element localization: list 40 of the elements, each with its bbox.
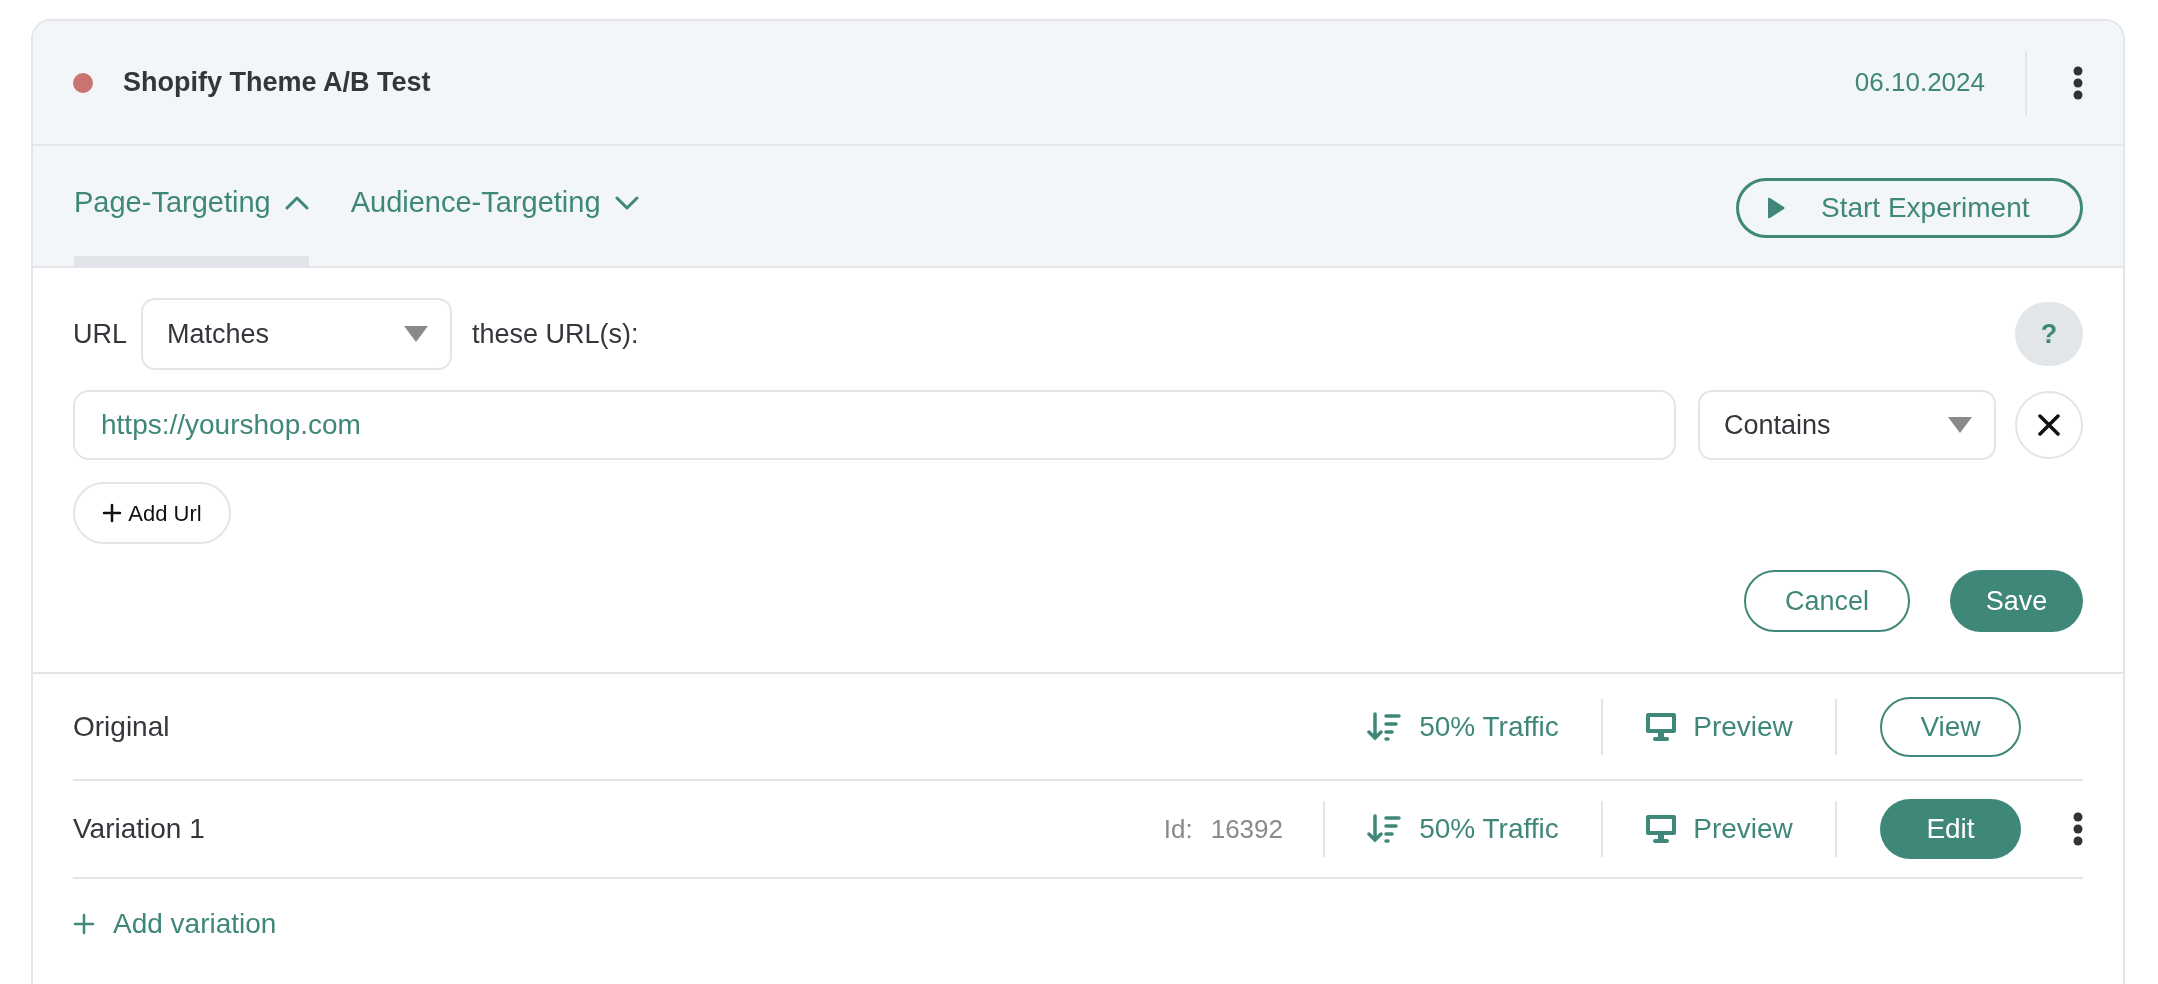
variation-menu-icon[interactable] xyxy=(2073,812,2083,846)
edit-button[interactable]: Edit xyxy=(1880,799,2021,859)
url-label: URL xyxy=(73,317,128,351)
traffic-share: 50% Traffic xyxy=(1419,709,1559,744)
dropdown-caret-icon xyxy=(1948,417,1972,433)
operator-select[interactable]: Contains xyxy=(1698,390,1996,460)
add-url-button[interactable]: Add Url xyxy=(73,482,231,544)
traffic-share: 50% Traffic xyxy=(1419,812,1559,846)
variation-id-label: Id: xyxy=(1163,812,1193,846)
variation-id: 16392 xyxy=(1210,812,1283,846)
add-variation-button[interactable]: Add variation xyxy=(73,903,277,945)
url-input[interactable]: https://yourshop.com xyxy=(73,390,1676,460)
experiment-date: 06.10.2024 xyxy=(1854,66,1985,99)
variation-name: Variation 1 xyxy=(73,812,205,846)
preview-link[interactable]: Preview xyxy=(1603,808,1835,850)
match-select[interactable]: Matches xyxy=(141,298,452,370)
variation-name: Original xyxy=(73,709,170,744)
help-button[interactable]: ? xyxy=(2015,302,2083,366)
more-menu-icon[interactable] xyxy=(2073,65,2083,100)
experiment-title: Shopify Theme A/B Test xyxy=(123,66,431,100)
targeting-tab[interactable]: Page-Targeting xyxy=(74,146,309,266)
chevron-up-icon xyxy=(284,196,309,210)
play-icon xyxy=(1767,197,1785,219)
preview-link[interactable]: Preview xyxy=(1603,705,1835,748)
urls-label: these URL(s): xyxy=(472,317,639,351)
save-button[interactable]: Save xyxy=(1950,570,2083,632)
dropdown-caret-icon xyxy=(404,326,428,342)
plus-icon xyxy=(73,913,95,935)
monitor-icon xyxy=(1645,814,1678,844)
sort-icon xyxy=(1367,814,1402,844)
close-icon xyxy=(2038,414,2060,436)
cancel-button[interactable]: Cancel xyxy=(1744,570,1910,632)
targeting-tab[interactable]: Audience-Targeting xyxy=(350,146,639,266)
chevron-down-icon xyxy=(614,196,639,210)
start-experiment-button[interactable]: Start Experiment xyxy=(1736,178,2083,238)
monitor-icon xyxy=(1645,711,1678,742)
remove-url-button[interactable] xyxy=(2015,391,2083,459)
view-button[interactable]: View xyxy=(1880,696,2021,757)
sort-icon xyxy=(1367,711,1402,742)
plus-icon xyxy=(102,503,123,523)
